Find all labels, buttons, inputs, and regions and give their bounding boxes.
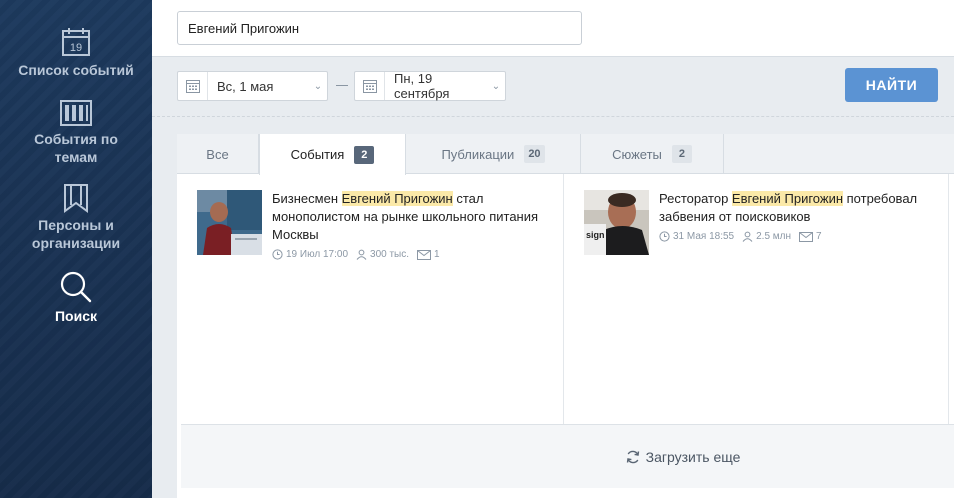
result-thumbnail xyxy=(197,190,262,255)
clock-icon xyxy=(272,249,283,260)
date-to-value: Пн, 19 сентября xyxy=(394,71,450,101)
sidebar-item-label: Список событий xyxy=(18,62,134,78)
results-panel: Все События 2 Публикации 20 Сюжеты 2 Биз… xyxy=(177,134,954,498)
result-time: 31 Мая 18:55 xyxy=(659,231,734,242)
tab-stories[interactable]: Сюжеты 2 xyxy=(581,134,724,174)
result-audience: 2.5 млн xyxy=(742,231,791,242)
tab-label: Все xyxy=(206,146,229,162)
sidebar-item-search[interactable]: Поиск xyxy=(0,270,152,325)
sidebar-item-events-list[interactable]: 19 Список событий xyxy=(0,26,152,79)
chevron-down-icon: ⌄ xyxy=(313,80,323,92)
result-card[interactable]: Бизнесмен Евгений Пригожин стал монополи… xyxy=(197,190,542,260)
load-more-label: Загрузить еще xyxy=(645,448,741,465)
result-messages: 1 xyxy=(417,249,440,260)
sidebar: 19 Список событий События по темам Персо… xyxy=(0,0,152,498)
search-input[interactable] xyxy=(177,11,582,45)
tab-all[interactable]: Все xyxy=(177,134,259,174)
tab-label: События xyxy=(290,147,345,162)
date-from-value: Вс, 1 мая xyxy=(217,78,274,94)
search-icon xyxy=(60,271,92,303)
calendar-icon xyxy=(355,72,385,100)
count-badge: 2 xyxy=(354,145,375,164)
sidebar-item-label: Поиск xyxy=(54,308,97,324)
result-meta: 31 Мая 18:55 2.5 млн 7 xyxy=(659,231,939,242)
count-badge: 2 xyxy=(671,145,692,163)
tab-events[interactable]: События 2 xyxy=(259,134,406,175)
result-thumbnail: sign xyxy=(584,190,649,255)
chevron-down-icon: ⌄ xyxy=(491,80,501,92)
clock-icon xyxy=(659,231,670,242)
result-audience: 300 тыс. xyxy=(356,249,409,260)
result-time: 19 Июл 17:00 xyxy=(272,249,348,260)
bookmarks-icon xyxy=(64,184,88,213)
tab-bar: Все События 2 Публикации 20 Сюжеты 2 xyxy=(177,134,954,175)
column-divider xyxy=(563,174,564,424)
columns-icon xyxy=(60,100,92,126)
tab-label: Публикации xyxy=(441,146,515,162)
date-filter-bar: Вс, 1 мая ⌄ Пн, 19 сентября ⌄ НАЙТИ xyxy=(152,57,954,117)
refresh-icon xyxy=(626,450,639,463)
search-highlight: Евгений Пригожин xyxy=(341,191,453,206)
svg-text:sign: sign xyxy=(586,230,605,240)
svg-text:19: 19 xyxy=(70,42,82,54)
find-button[interactable]: НАЙТИ xyxy=(845,68,938,102)
calendar-icon xyxy=(178,72,208,100)
count-badge: 20 xyxy=(524,145,545,163)
sidebar-item-events-by-topic[interactable]: События по темам xyxy=(0,99,152,166)
sidebar-item-label: События по темам xyxy=(34,131,118,165)
tab-label: Сюжеты xyxy=(612,146,662,162)
user-icon xyxy=(356,249,367,260)
load-more-button[interactable]: Загрузить еще xyxy=(181,424,954,488)
user-icon xyxy=(742,231,753,242)
envelope-icon xyxy=(417,249,432,260)
search-bar xyxy=(152,0,954,57)
result-meta: 19 Июл 17:00 300 тыс. 1 xyxy=(272,249,542,260)
result-card[interactable]: sign Ресторатор Евгений Пригожин потребо… xyxy=(584,190,939,255)
calendar-icon: 19 xyxy=(62,28,90,56)
search-highlight: Евгений Пригожин xyxy=(731,191,844,206)
result-title[interactable]: Бизнесмен Евгений Пригожин стал монополи… xyxy=(272,190,542,244)
envelope-icon xyxy=(799,231,814,242)
result-title[interactable]: Ресторатор Евгений Пригожин потребовал з… xyxy=(659,190,939,226)
column-divider xyxy=(948,174,949,424)
result-messages: 7 xyxy=(799,231,822,242)
date-from-select[interactable]: Вс, 1 мая ⌄ xyxy=(177,71,328,101)
date-to-select[interactable]: Пн, 19 сентября ⌄ xyxy=(354,71,506,101)
sidebar-item-persons[interactable]: Персоны и организации xyxy=(0,183,152,252)
tab-publications[interactable]: Публикации 20 xyxy=(406,134,581,174)
range-separator xyxy=(336,85,348,86)
sidebar-item-label: Персоны и организации xyxy=(31,217,121,251)
